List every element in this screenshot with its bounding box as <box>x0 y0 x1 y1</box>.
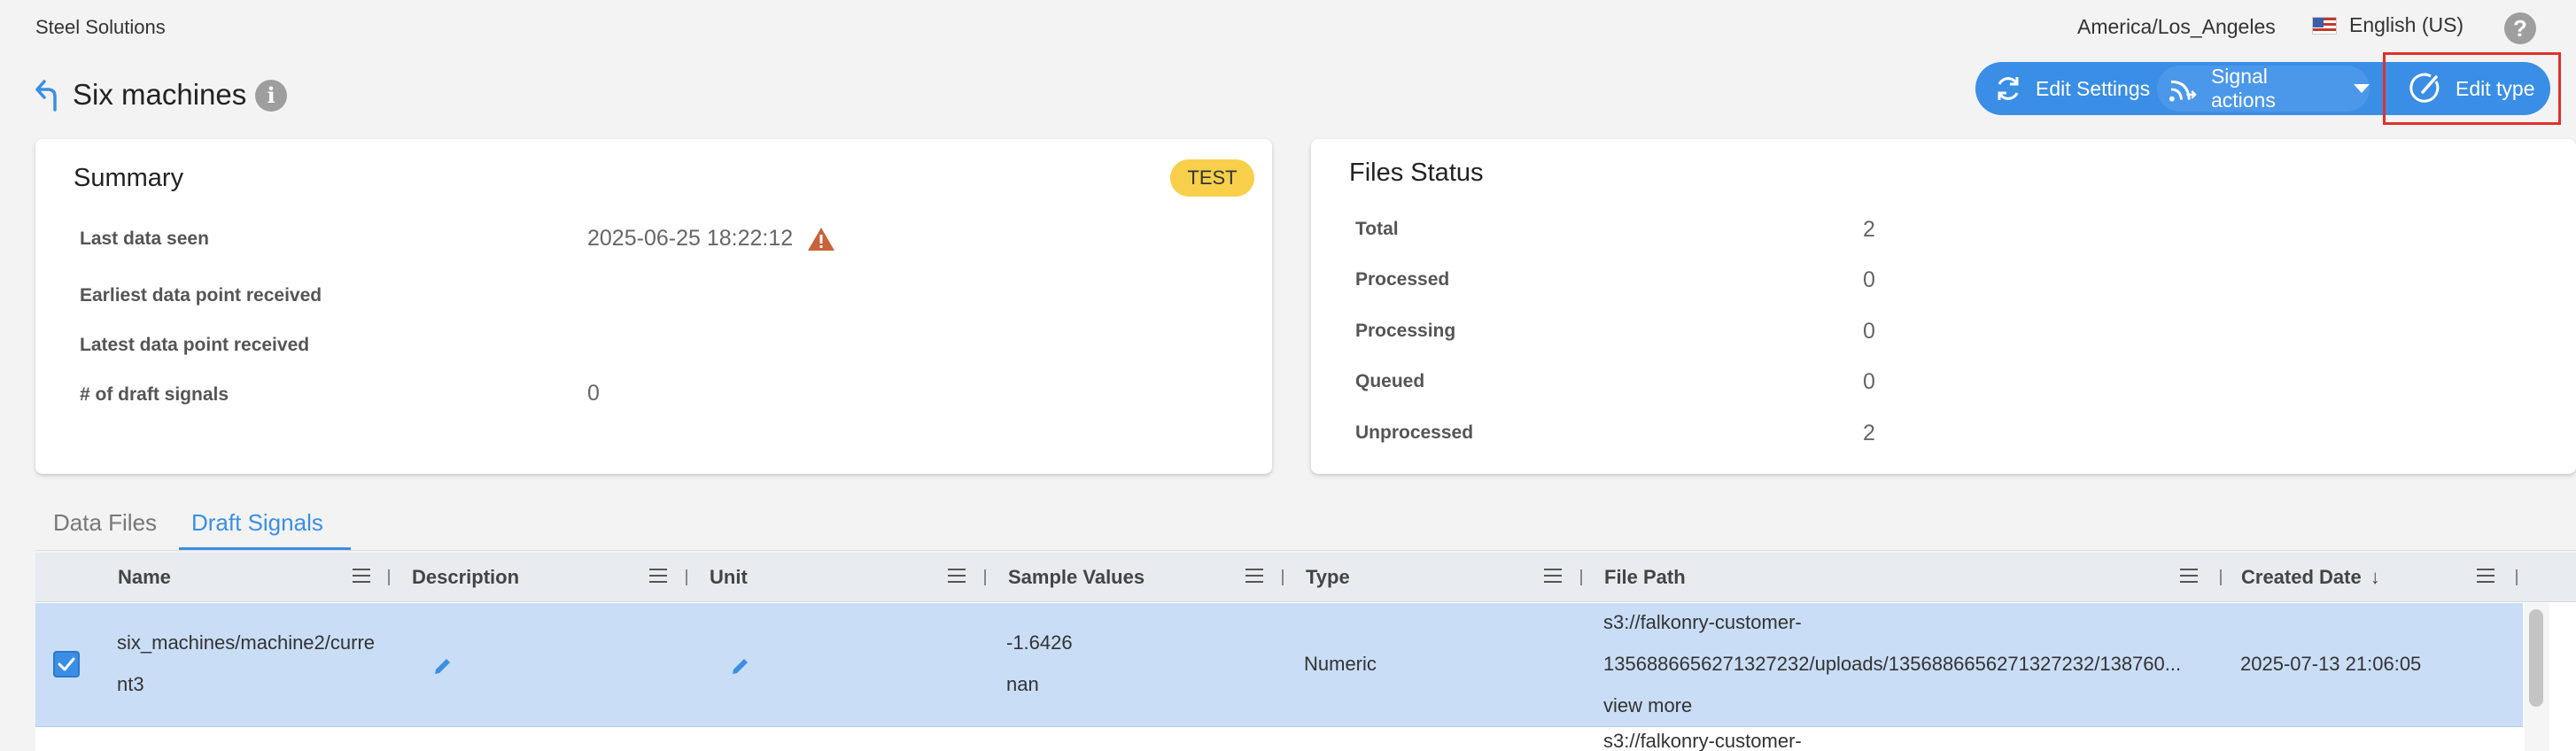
top-bar: Steel Solutions America/Los_Angeles Engl… <box>0 0 2576 55</box>
created-date: 2025-07-13 21:06:05 <box>2240 653 2422 675</box>
summary-card: Summary TEST Last data seen 2025-06-25 1… <box>35 139 1272 474</box>
files-row-value: 0 <box>1863 267 1875 292</box>
files-row-value: 0 <box>1863 369 1875 394</box>
summary-row-label: Last data seen <box>80 228 209 249</box>
signal-type: Numeric <box>1304 653 1377 675</box>
us-flag-icon <box>2312 16 2337 35</box>
column-resize-handle[interactable] <box>686 569 687 585</box>
column-header-unit[interactable]: Unit <box>710 553 748 602</box>
column-menu-icon[interactable] <box>1245 569 1263 583</box>
column-menu-icon[interactable] <box>2180 569 2198 583</box>
chevron-down-icon[interactable] <box>2354 84 2370 93</box>
summary-row-label: Latest data point received <box>80 335 310 355</box>
tab-divider <box>35 550 2576 551</box>
refresh-icon <box>1998 77 2019 100</box>
signal-name-line: nt3 <box>117 673 144 695</box>
column-resize-handle[interactable] <box>388 569 390 585</box>
signal-actions-label: Signal actions <box>2210 65 2276 112</box>
files-row-value: 2 <box>1863 217 1875 242</box>
sample-value: nan <box>1006 673 1039 695</box>
page-title: Six machines <box>73 78 247 111</box>
summary-row-label: Earliest data point received <box>80 285 322 306</box>
files-row-label: Total <box>1355 219 1399 239</box>
active-tab-indicator <box>179 547 351 550</box>
file-path-line: s3://falkonry-customer- <box>1603 611 1802 633</box>
scrollbar-thumb[interactable] <box>2529 609 2543 707</box>
signal-actions-button[interactable]: Signal actions <box>2157 65 2370 112</box>
column-header-created-date[interactable]: Created Date ↓ <box>2241 553 2380 602</box>
help-icon[interactable]: ? <box>2504 12 2536 44</box>
file-path-line: s3://falkonry-customer- <box>1603 730 1802 751</box>
column-header-description[interactable]: Description <box>412 553 519 602</box>
sort-descending-icon[interactable]: ↓ <box>2370 566 2380 589</box>
edit-unit-icon[interactable] <box>729 654 752 677</box>
column-resize-handle[interactable] <box>1580 569 1582 585</box>
last-data-seen-text: 2025-06-25 18:22:12 <box>587 226 794 251</box>
column-menu-icon[interactable] <box>649 569 667 583</box>
view-more-link[interactable]: view more <box>1603 694 1692 717</box>
column-header-type[interactable]: Type <box>1306 553 1350 602</box>
tab-data-files[interactable]: Data Files <box>53 509 157 537</box>
table-header: Name Description Unit Sample Values Type… <box>35 553 2576 602</box>
table-row[interactable]: six_machines/machine2/curre nt3 -1.6426 … <box>35 603 2523 727</box>
language-selector[interactable]: English (US) <box>2312 13 2463 37</box>
warning-icon <box>808 228 835 252</box>
column-menu-icon[interactable] <box>2477 569 2495 583</box>
column-resize-handle[interactable] <box>984 569 986 585</box>
files-row-value: 0 <box>1863 319 1875 344</box>
summary-row-label: # of draft signals <box>80 384 229 405</box>
column-menu-icon[interactable] <box>1544 569 1562 583</box>
column-resize-handle[interactable] <box>2516 569 2518 585</box>
column-menu-icon[interactable] <box>948 569 966 583</box>
files-status-title: Files Status <box>1349 159 1484 187</box>
files-status-card: Files Status Total 2 Processed 0 Process… <box>1311 139 2576 474</box>
files-row-label: Processing <box>1355 321 1456 341</box>
draft-signals-table: Name Description Unit Sample Values Type… <box>35 553 2576 751</box>
summary-title: Summary <box>74 164 184 192</box>
signal-name-line: six_machines/machine2/curre <box>117 631 376 654</box>
column-resize-handle[interactable] <box>2220 569 2222 585</box>
files-row-value: 2 <box>1863 421 1875 445</box>
files-row-label: Unprocessed <box>1355 422 1474 443</box>
org-name: Steel Solutions <box>35 16 166 38</box>
column-menu-icon[interactable] <box>353 569 370 583</box>
created-date-label: Created Date <box>2241 566 2362 588</box>
checkmark-icon <box>58 657 75 671</box>
row-checkbox[interactable] <box>53 651 80 677</box>
tab-draft-signals[interactable]: Draft Signals <box>191 509 323 537</box>
sample-value: -1.6426 <box>1006 631 1073 654</box>
test-badge: TEST <box>1170 159 1254 197</box>
column-header-file-path[interactable]: File Path <box>1604 553 1686 602</box>
language-label: English (US) <box>2349 13 2464 36</box>
summary-row-value: 0 <box>587 381 600 406</box>
table-row[interactable]: s3://falkonry-customer- <box>35 728 2523 751</box>
column-header-name[interactable]: Name <box>118 553 171 602</box>
files-row-label: Processed <box>1355 269 1450 290</box>
column-resize-handle[interactable] <box>1282 569 1284 585</box>
last-data-seen-value: 2025-06-25 18:22:12 <box>587 226 836 252</box>
edit-description-icon[interactable] <box>431 654 454 677</box>
edit-settings-label: Edit Settings <box>2036 76 2151 100</box>
edit-settings-button[interactable]: Edit Settings <box>1993 62 2150 115</box>
column-header-sample-values[interactable]: Sample Values <box>1008 553 1144 602</box>
timezone-selector[interactable]: America/Los_Angeles <box>2077 15 2276 39</box>
file-path-line: 1356886656271327232/uploads/135688665627… <box>1603 653 2182 675</box>
back-arrow-icon[interactable] <box>34 78 66 113</box>
files-row-label: Queued <box>1355 371 1425 391</box>
info-icon[interactable]: i <box>255 80 287 112</box>
signal-icon <box>2169 80 2197 102</box>
highlight-box <box>2383 52 2561 125</box>
